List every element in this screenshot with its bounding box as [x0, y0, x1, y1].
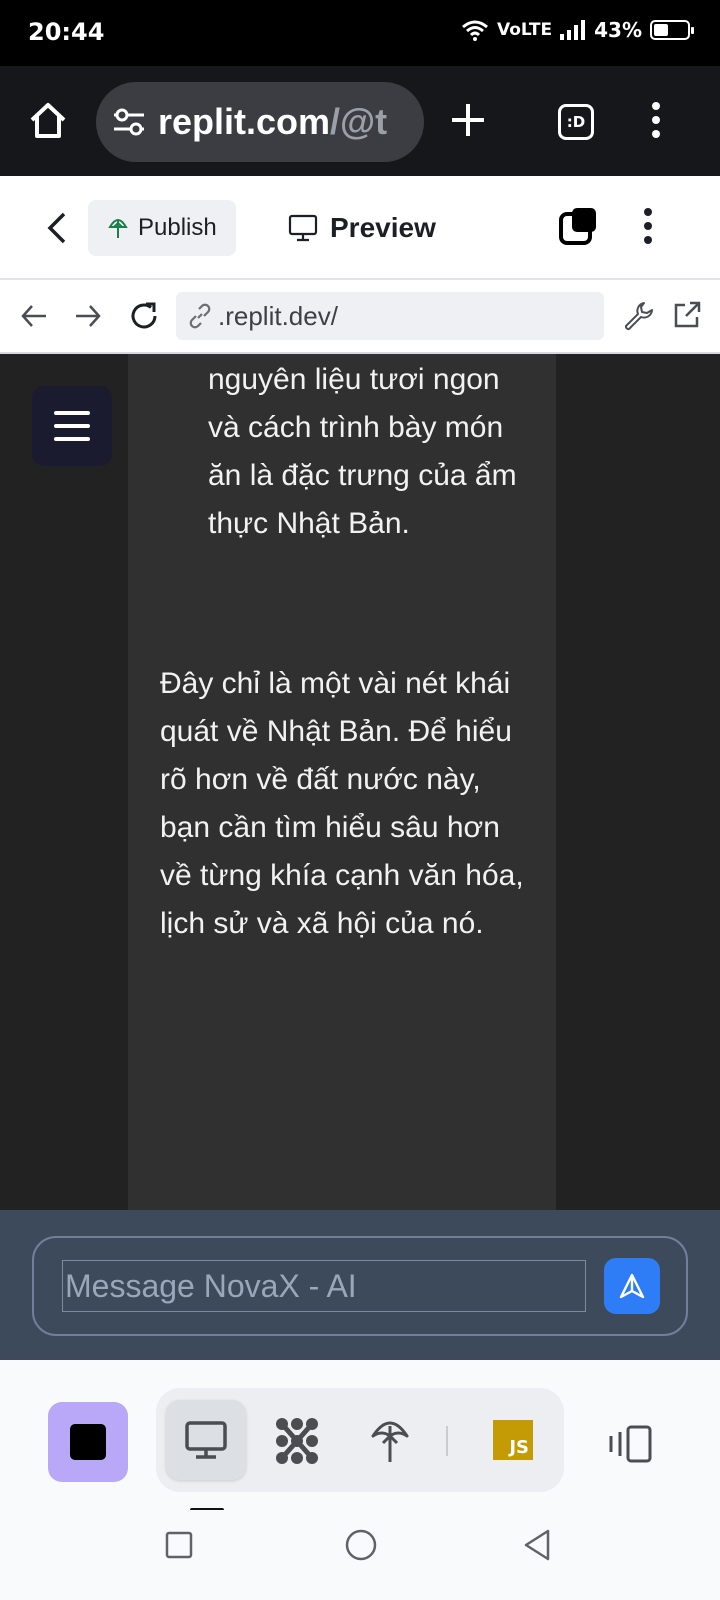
send-icon [619, 1273, 645, 1299]
js-file-icon[interactable]: JS [493, 1420, 533, 1460]
menu-line [54, 424, 90, 428]
url-host: replit.com [158, 101, 331, 142]
home-icon[interactable] [28, 100, 68, 140]
monitor-icon [288, 214, 318, 242]
message-composer [0, 1210, 720, 1360]
home-circle-icon[interactable] [344, 1528, 378, 1562]
back-chevron-icon[interactable] [44, 210, 68, 246]
workflows-icon[interactable] [272, 1416, 322, 1466]
deploy-icon[interactable] [370, 1416, 410, 1464]
more-options-icon[interactable] [640, 206, 656, 246]
hamburger-menu-button[interactable] [32, 386, 112, 466]
menu-line [54, 411, 90, 415]
publish-button[interactable]: Publish [88, 200, 236, 256]
replit-header: Publish Preview [0, 176, 720, 280]
address-bar[interactable]: replit.com/@t [96, 82, 424, 162]
webview-address-field[interactable]: .replit.dev/ [176, 292, 604, 340]
signal-icon [560, 20, 586, 40]
network-type: VoLTE [496, 20, 553, 40]
chat-view[interactable]: nguyên liệu tươi ngon và cách trình bày … [0, 354, 720, 1210]
tool-preview-button[interactable] [166, 1400, 246, 1480]
battery-icon [650, 20, 694, 40]
site-settings-icon[interactable] [112, 105, 146, 139]
battery-percent: 43% [594, 18, 642, 42]
open-external-icon[interactable] [672, 300, 702, 330]
preview-monitor-icon [185, 1421, 227, 1459]
android-nav-bar [0, 1510, 720, 1600]
webview-address: .replit.dev/ [218, 300, 338, 331]
webview-toolbar: .replit.dev/ [0, 280, 720, 354]
publish-label: Publish [138, 214, 217, 241]
back-triangle-icon[interactable] [522, 1528, 552, 1562]
send-button[interactable] [604, 1258, 660, 1314]
browser-toolbar: replit.com/@t :D [0, 66, 720, 176]
panes-icon[interactable] [558, 206, 598, 246]
assistant-message: nguyên liệu tươi ngon và cách trình bày … [128, 354, 556, 1210]
recents-square-icon[interactable] [164, 1530, 194, 1560]
tab-switcher-button[interactable]: :D [558, 104, 594, 140]
publish-icon [108, 219, 128, 238]
address-url: replit.com/@t [158, 101, 387, 143]
refresh-icon[interactable] [128, 300, 160, 332]
preview-label: Preview [330, 212, 436, 243]
more-vert-icon[interactable] [648, 100, 664, 140]
composer-box [32, 1236, 688, 1336]
status-icons: VoLTE 43% [461, 18, 694, 42]
preview-tab[interactable]: Preview [288, 200, 436, 256]
link-icon [189, 303, 211, 329]
tool-switcher: JS [156, 1388, 564, 1492]
divider [446, 1426, 448, 1456]
nav-back-icon[interactable] [20, 302, 48, 330]
stop-icon [70, 1424, 106, 1460]
url-path: /@t [330, 101, 388, 142]
message-paragraph-2: Đây chỉ là một vài nét khái quát về Nhật… [160, 667, 524, 940]
status-bar: 20:44 VoLTE 43% [0, 0, 720, 66]
devtools-wrench-icon[interactable] [622, 300, 654, 332]
new-tab-icon[interactable] [450, 102, 486, 138]
stop-button[interactable] [48, 1402, 128, 1482]
menu-line [54, 437, 90, 441]
wifi-icon [462, 20, 488, 41]
split-view-icon[interactable] [606, 1424, 654, 1464]
clock: 20:44 [28, 18, 105, 46]
message-input[interactable] [62, 1260, 586, 1312]
nav-forward-icon[interactable] [74, 302, 102, 330]
replit-bottom-toolbar: JS [0, 1360, 720, 1512]
message-paragraph-1: nguyên liệu tươi ngon và cách trình bày … [208, 363, 517, 540]
